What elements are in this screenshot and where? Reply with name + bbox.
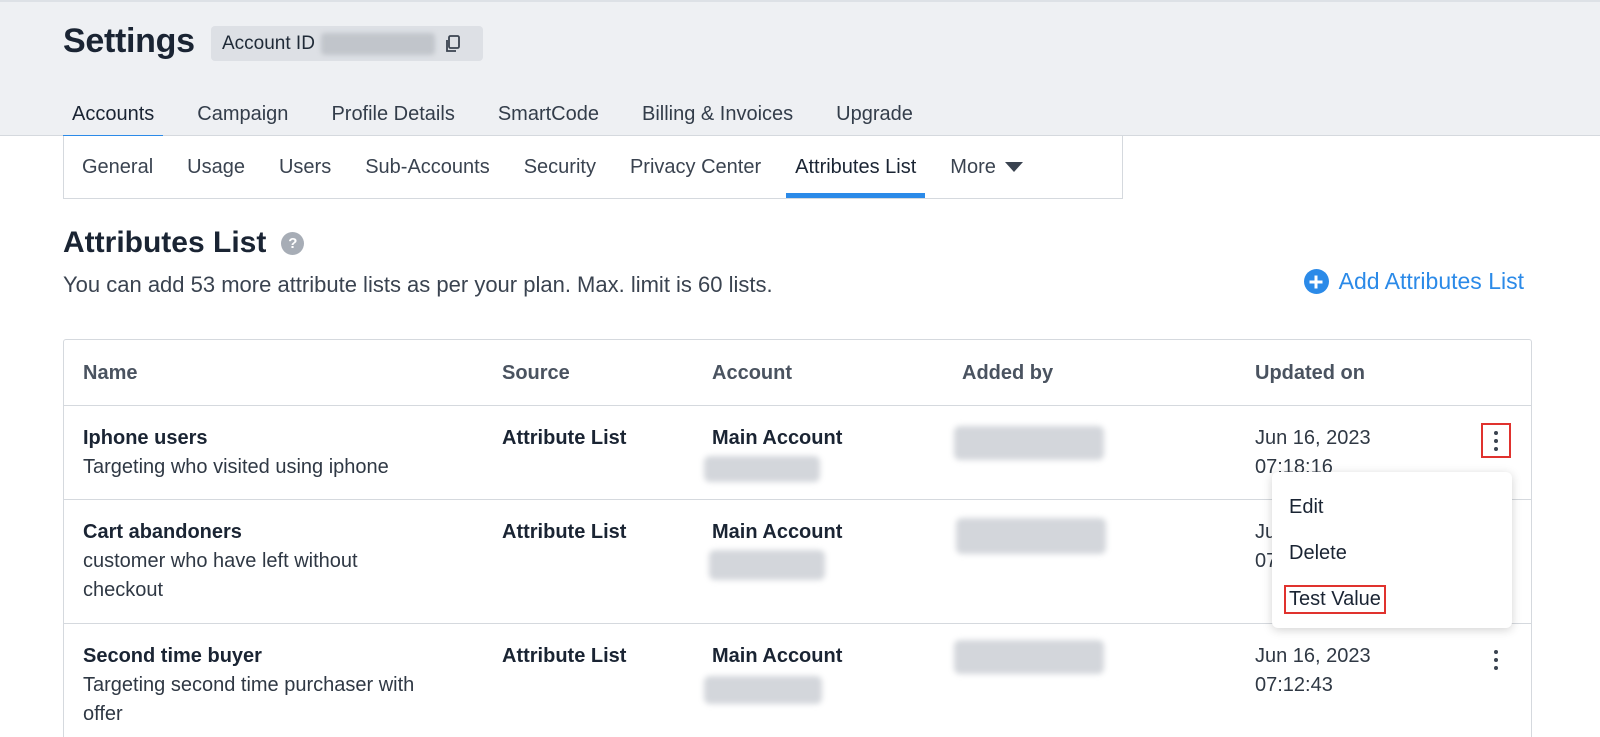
page-title: Settings	[63, 22, 195, 60]
menu-item-test-value-label: Test Value	[1284, 585, 1386, 614]
table-row[interactable]: Second time buyer Targeting second time …	[64, 624, 1531, 737]
caret-down-icon	[1004, 162, 1023, 172]
copy-icon[interactable]	[443, 34, 463, 54]
column-header-name[interactable]: Name	[83, 362, 137, 385]
top-tabs: Accounts Campaign Profile Details SmartC…	[63, 98, 947, 139]
plus-circle-icon	[1303, 269, 1329, 294]
row-account: Main Account	[712, 521, 843, 543]
row-account-id-redacted	[704, 676, 822, 704]
row-name: Second time buyer	[83, 645, 262, 667]
row-account: Main Account	[712, 645, 843, 667]
row-added-by-redacted	[956, 518, 1106, 554]
help-icon[interactable]: ?	[281, 231, 305, 255]
menu-item-edit[interactable]: Edit	[1272, 484, 1512, 530]
row-added-by-redacted	[954, 426, 1104, 460]
plan-limit-text: You can add 53 more attribute lists as p…	[63, 272, 773, 297]
row-source: Attribute List	[502, 427, 627, 449]
sub-tabs: General Usage Users Sub-Accounts Securit…	[63, 136, 1123, 199]
row-account-id-redacted	[709, 550, 825, 580]
row-updated-time: 07:12:43	[1255, 674, 1333, 696]
add-attributes-list-label: Add Attributes List	[1338, 268, 1524, 294]
settings-header: Settings Account ID Accounts Campaign Pr…	[0, 0, 1600, 139]
row-description-continued: checkout	[83, 579, 164, 601]
account-id-value-redacted	[320, 32, 435, 55]
subtab-more-label: More	[950, 156, 996, 178]
column-header-updated-on[interactable]: Updated on	[1255, 362, 1365, 385]
column-header-source[interactable]: Source	[502, 362, 570, 385]
tab-upgrade[interactable]: Upgrade	[827, 98, 922, 138]
subtab-security[interactable]: Security	[515, 136, 605, 198]
tab-campaign[interactable]: Campaign	[188, 98, 297, 138]
subtab-usage[interactable]: Usage	[178, 136, 254, 198]
row-actions-kebab-icon[interactable]	[1481, 423, 1511, 458]
row-source: Attribute List	[502, 645, 627, 667]
tab-billing-invoices[interactable]: Billing & Invoices	[633, 98, 802, 138]
row-description: Targeting second time purchaser with	[83, 674, 415, 696]
section-title-text: Attributes List	[63, 226, 267, 259]
menu-item-delete[interactable]: Delete	[1272, 530, 1512, 576]
account-id-badge: Account ID	[211, 26, 483, 61]
row-description-continued: offer	[83, 703, 123, 725]
subtab-users[interactable]: Users	[270, 136, 340, 198]
tab-profile-details[interactable]: Profile Details	[322, 98, 463, 138]
row-account: Main Account	[712, 427, 843, 449]
subtab-more[interactable]: More	[941, 136, 1032, 198]
tab-accounts[interactable]: Accounts	[63, 98, 164, 139]
column-header-account[interactable]: Account	[712, 362, 792, 385]
row-description: Targeting who visited using iphone	[83, 456, 389, 478]
table-header: Name Source Account Added by Updated on	[64, 340, 1531, 406]
row-description: customer who have left without	[83, 550, 358, 572]
subtab-general[interactable]: General	[73, 136, 162, 198]
row-updated-date: Jun 16, 2023	[1255, 645, 1371, 667]
subtab-attributes-list[interactable]: Attributes List	[786, 136, 926, 198]
row-updated-date: Jun 16, 2023	[1255, 427, 1371, 449]
row-added-by-redacted	[954, 640, 1104, 674]
menu-item-test-value[interactable]: Test Value	[1272, 576, 1512, 622]
account-id-label: Account ID	[222, 32, 315, 54]
row-name: Iphone users	[83, 427, 208, 449]
subtab-privacy-center[interactable]: Privacy Center	[621, 136, 770, 198]
row-account-id-redacted	[704, 456, 820, 482]
add-attributes-list-button[interactable]: Add Attributes List	[1303, 268, 1524, 295]
column-header-added-by[interactable]: Added by	[962, 362, 1053, 385]
row-actions-kebab-icon[interactable]	[1481, 642, 1511, 677]
tab-smartcode[interactable]: SmartCode	[489, 98, 608, 138]
row-actions-menu: Edit Delete Test Value	[1272, 472, 1512, 628]
section-title: Attributes List ?	[63, 226, 305, 260]
row-name: Cart abandoners	[83, 521, 242, 543]
subtab-sub-accounts[interactable]: Sub-Accounts	[356, 136, 499, 198]
row-source: Attribute List	[502, 521, 627, 543]
